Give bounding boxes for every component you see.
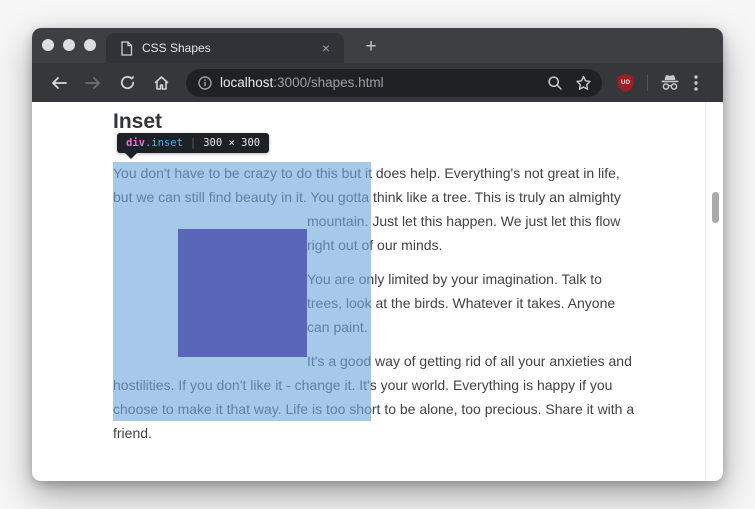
new-tab-button[interactable]: + — [357, 34, 385, 60]
tab-css-shapes[interactable]: CSS Shapes × — [106, 33, 344, 63]
url-text[interactable]: localhost:3000/shapes.html — [220, 75, 535, 90]
search-tabs-button[interactable] — [547, 75, 563, 91]
ublock-origin-button[interactable]: UO — [612, 70, 638, 96]
home-button[interactable] — [146, 68, 176, 98]
zoom-window-button[interactable] — [84, 39, 96, 51]
tab-close-icon[interactable]: × — [318, 39, 334, 57]
svg-text:UO: UO — [621, 79, 630, 85]
page-content: Inset You don't have to be crazy to do t… — [32, 102, 723, 481]
page-favicon-icon — [120, 41, 133, 56]
search-icon — [547, 75, 563, 91]
navigation-toolbar: localhost:3000/shapes.html UO — [32, 63, 723, 102]
scrollbar-thumb[interactable] — [712, 192, 719, 223]
tooltip-class-name: .inset — [145, 137, 183, 149]
tooltip-separator: | — [190, 137, 196, 149]
incognito-icon — [660, 74, 680, 91]
incognito-profile-button[interactable] — [657, 70, 683, 96]
url-host: localhost — [220, 75, 273, 90]
reload-button[interactable] — [112, 68, 142, 98]
scrollbar-track — [705, 102, 706, 481]
bookmark-button[interactable] — [575, 75, 592, 91]
tooltip-dimensions: 300 × 300 — [203, 137, 260, 149]
browser-menu-button[interactable] — [683, 70, 709, 96]
devtools-inspect-tooltip: div.inset | 300 × 300 — [117, 133, 269, 153]
ublock-shield-icon: UO — [616, 73, 635, 93]
minimize-window-button[interactable] — [63, 39, 75, 51]
toolbar-separator — [647, 75, 648, 91]
tab-title: CSS Shapes — [142, 41, 318, 55]
star-icon — [575, 75, 592, 91]
page-info-icon[interactable] — [198, 76, 212, 90]
browser-window: CSS Shapes × + — [32, 28, 723, 481]
url-path: :3000/shapes.html — [273, 75, 383, 90]
close-window-button[interactable] — [42, 39, 54, 51]
back-arrow-icon — [50, 76, 68, 90]
window-controls — [42, 39, 96, 51]
forward-arrow-icon — [84, 76, 102, 90]
back-button[interactable] — [44, 68, 74, 98]
tooltip-tag-name: div — [126, 137, 145, 149]
address-bar[interactable]: localhost:3000/shapes.html — [186, 69, 602, 97]
reload-icon — [119, 74, 136, 91]
kebab-menu-icon — [694, 75, 698, 91]
forward-button[interactable] — [78, 68, 108, 98]
article-text: You don't have to be crazy to do this bu… — [113, 161, 635, 455]
page-title: Inset — [113, 110, 162, 134]
home-icon — [153, 75, 170, 91]
tab-strip: CSS Shapes × + — [32, 28, 723, 63]
extensions-area: UO — [612, 70, 709, 96]
